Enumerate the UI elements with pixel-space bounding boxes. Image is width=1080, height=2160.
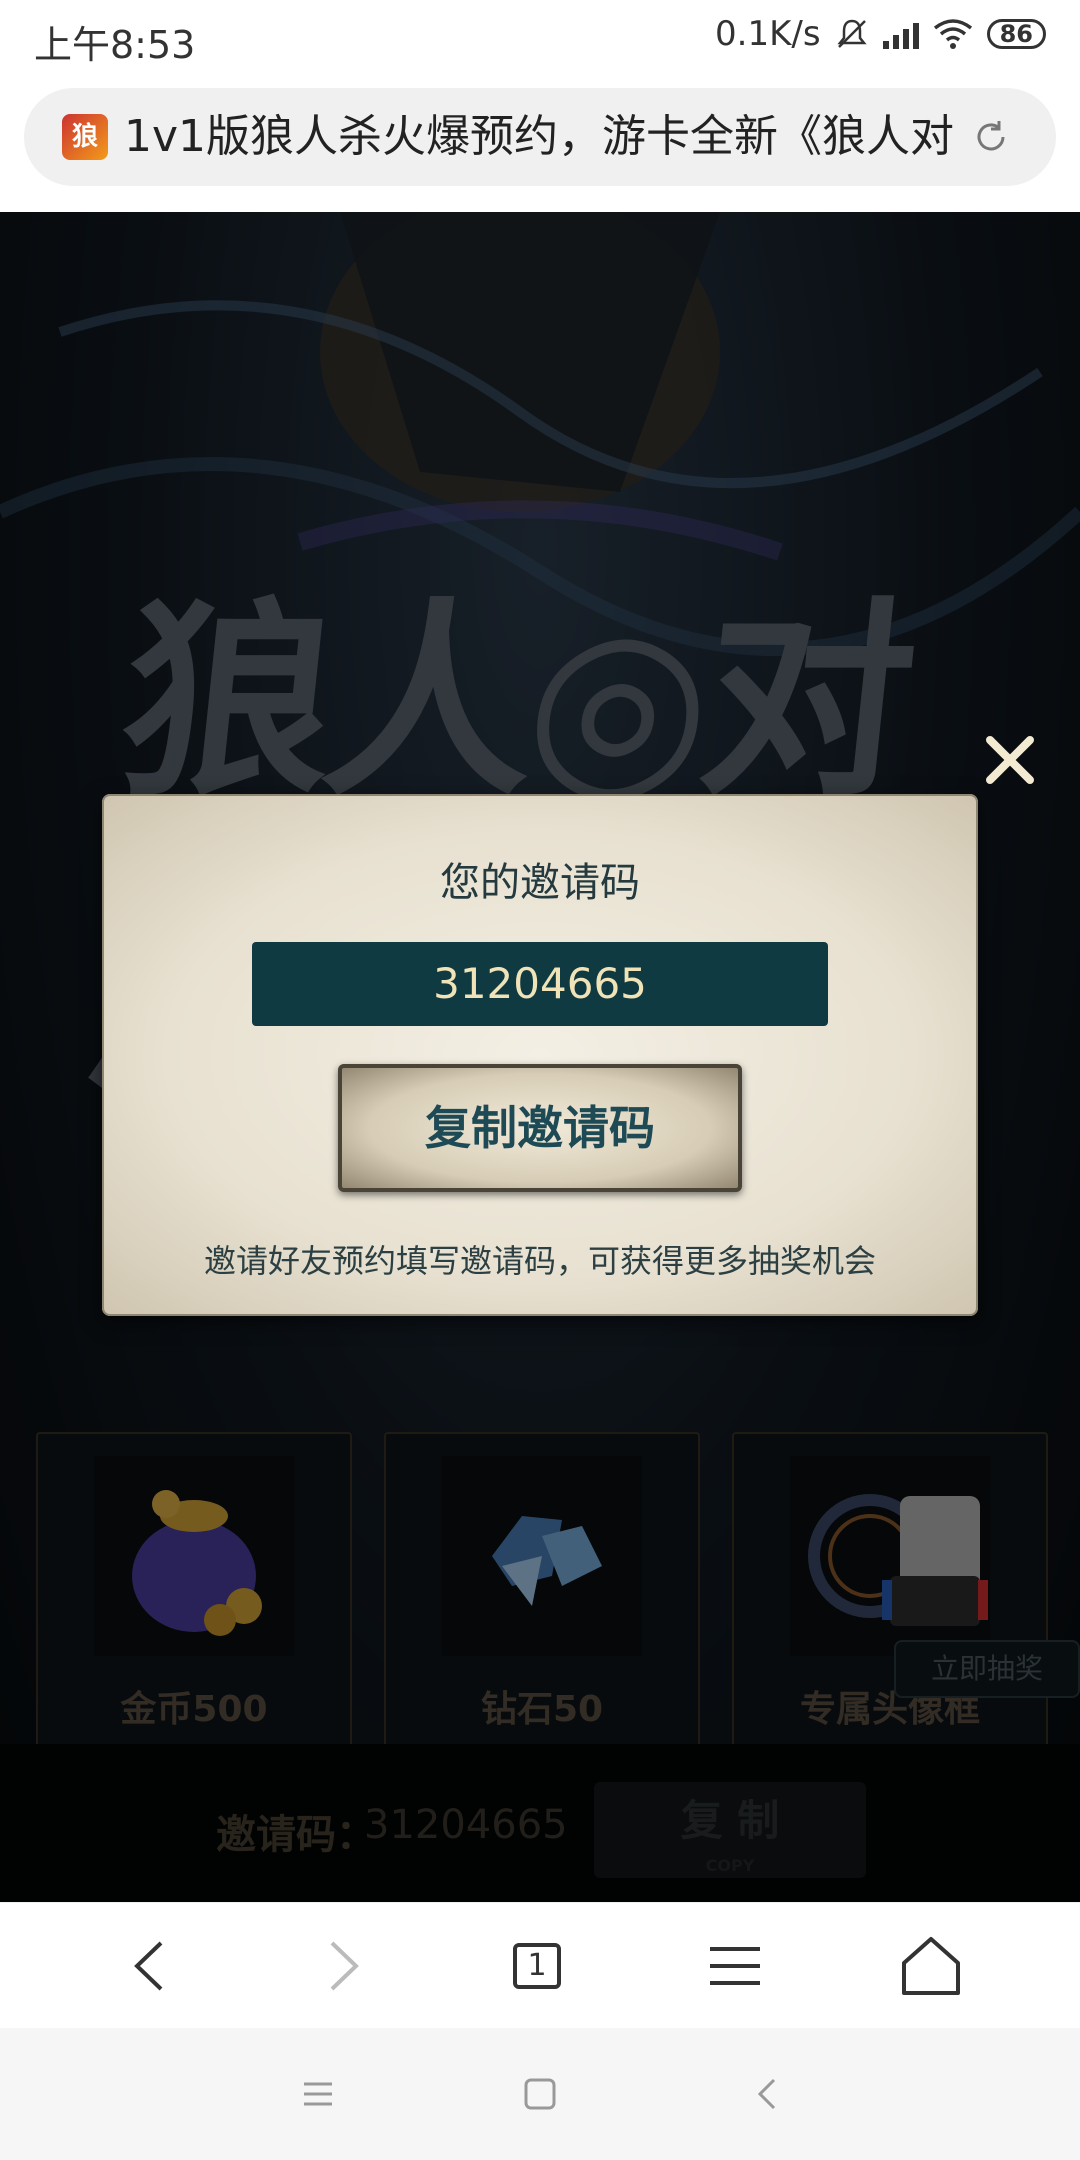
invite-code-display[interactable]: 31204665 bbox=[252, 942, 828, 1026]
battery-icon: 86 bbox=[986, 19, 1046, 49]
site-favicon-icon: 狼 bbox=[62, 114, 108, 160]
tabs-button[interactable]: 1 bbox=[513, 1943, 561, 1989]
mute-icon bbox=[836, 19, 867, 48]
refresh-icon[interactable] bbox=[970, 116, 1012, 158]
close-icon[interactable] bbox=[982, 732, 1038, 788]
network-speed: 0.1K/s bbox=[715, 14, 821, 54]
dialog-hint: 邀请好友预约填写邀请码，可获得更多抽奖机会 bbox=[203, 1242, 876, 1280]
status-bar: 上午8:53 0.1K/s 86 bbox=[0, 0, 1080, 78]
wifi-icon bbox=[933, 19, 972, 49]
home-nav-icon[interactable] bbox=[520, 2074, 560, 2114]
page-title[interactable]: 1v1版狼人杀火爆预约，游卡全新《狼人对决》 bbox=[124, 108, 954, 166]
home-icon[interactable] bbox=[896, 1933, 966, 1999]
back-nav-icon[interactable] bbox=[748, 2074, 788, 2114]
status-time: 上午8:53 bbox=[34, 23, 196, 67]
status-icons: 0.1K/s 86 bbox=[715, 14, 1046, 54]
recents-icon[interactable] bbox=[298, 2074, 338, 2114]
system-nav-bar bbox=[0, 2028, 1080, 2160]
back-icon[interactable] bbox=[115, 1933, 185, 1999]
copy-invite-code-button[interactable]: 复制邀请码 bbox=[338, 1064, 742, 1192]
dialog-title: 您的邀请码 bbox=[440, 860, 640, 906]
forward-icon[interactable] bbox=[308, 1933, 378, 1999]
browser-toolbar: 1 bbox=[0, 1902, 1080, 2029]
signal-icon bbox=[882, 19, 919, 49]
invite-code-dialog: 您的邀请码 31204665 复制邀请码 邀请好友预约填写邀请码，可获得更多抽奖… bbox=[102, 794, 978, 1316]
address-bar[interactable]: 狼 1v1版狼人杀火爆预约，游卡全新《狼人对决》 bbox=[24, 88, 1056, 186]
menu-icon[interactable] bbox=[700, 1933, 770, 1999]
